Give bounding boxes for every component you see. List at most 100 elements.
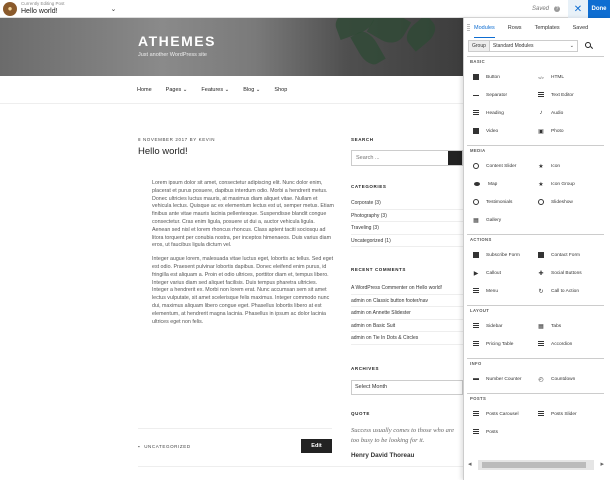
tab-saved[interactable]: Saved bbox=[573, 19, 589, 37]
module-grid: ▬ Number Counter ◴ Countdown bbox=[467, 368, 604, 393]
comment-item[interactable]: admin on Tie In Dots & Circles bbox=[351, 332, 463, 345]
section-title: ACTIONS bbox=[470, 237, 492, 242]
module-number-counter[interactable]: ▬ Number Counter bbox=[473, 370, 536, 388]
comment-item[interactable]: admin on Basic Suit bbox=[351, 320, 463, 332]
module-tabs[interactable]: ▦ Tabs bbox=[538, 317, 601, 335]
module-section-media: MEDIA Content Slider ★ Icon Map ★ Icon Group Te… bbox=[467, 145, 604, 234]
group-label[interactable]: Group bbox=[468, 40, 490, 52]
module-call-to-action[interactable]: ↻ Call to Action bbox=[538, 282, 601, 300]
module-separator[interactable]: Separator bbox=[473, 86, 536, 104]
post-content[interactable]: Lorem ipsum dolor sit amet, consectetur … bbox=[152, 180, 334, 332]
module-label: Video bbox=[486, 128, 499, 134]
archives-select[interactable]: Select Month bbox=[351, 380, 463, 395]
module-audio[interactable]: ♪ Audio bbox=[538, 104, 601, 122]
module-social-buttons[interactable]: ✚ Social Buttons bbox=[538, 264, 601, 282]
site-header-image: ATHEMES Just another WordPress site bbox=[0, 18, 463, 76]
module-video[interactable]: Video bbox=[473, 122, 536, 140]
comments-list: A WordPress Commenter on Hello world! ad… bbox=[351, 282, 463, 345]
module-gallery[interactable]: ▦ Gallery bbox=[473, 211, 536, 229]
comment-item[interactable]: admin on Classic button footer/nav bbox=[351, 295, 463, 307]
module-label: Icon bbox=[551, 163, 561, 169]
comment-item[interactable]: admin on Annette Slidester bbox=[351, 307, 463, 320]
module-subscribe-form[interactable]: Subscribe Form bbox=[473, 246, 536, 264]
module-label: Accordion bbox=[551, 341, 573, 347]
nav-blog[interactable]: Blog ⌄ bbox=[243, 87, 260, 93]
section-title: POSTS bbox=[470, 396, 487, 401]
module-label: Text Editor bbox=[551, 92, 574, 98]
module-content-slider[interactable]: Content Slider bbox=[473, 157, 536, 175]
scroll-left-icon[interactable]: ◂ bbox=[468, 460, 472, 468]
module-posts-carousel[interactable]: Posts Carousel bbox=[473, 405, 536, 423]
editing-info[interactable]: Currently Editing Post Hello world! bbox=[21, 2, 65, 15]
module-label: Photo bbox=[551, 128, 564, 134]
code-icon: </> bbox=[538, 74, 544, 80]
chevron-down-icon[interactable]: ⌄ bbox=[111, 5, 117, 13]
module-countdown[interactable]: ◴ Countdown bbox=[538, 370, 601, 388]
editing-title: Hello world! bbox=[21, 7, 58, 15]
tab-modules[interactable]: Modules bbox=[474, 19, 495, 38]
tab-rows[interactable]: Rows bbox=[508, 19, 522, 37]
done-button[interactable]: Done bbox=[588, 0, 610, 18]
nav-pages[interactable]: Pages ⌄ bbox=[166, 87, 188, 93]
module-icon-group[interactable]: ★ Icon Group bbox=[538, 175, 601, 193]
module-callout[interactable]: ▶ Callout bbox=[473, 264, 536, 282]
social-icon: ✚ bbox=[538, 270, 544, 277]
divider bbox=[138, 466, 463, 467]
menu-icon bbox=[473, 288, 479, 294]
help-icon[interactable]: ? bbox=[554, 6, 560, 12]
tab-templates[interactable]: Templates bbox=[535, 19, 560, 37]
nav-shop[interactable]: Shop bbox=[274, 87, 287, 93]
post-title[interactable]: Hello world! bbox=[138, 146, 188, 157]
sidebar-icon bbox=[473, 323, 479, 329]
search-input[interactable] bbox=[352, 155, 447, 161]
category-link[interactable]: UNCATEGORIZED bbox=[144, 444, 190, 449]
nav-features[interactable]: Features ⌄ bbox=[201, 87, 229, 93]
star-icon: ★ bbox=[538, 163, 544, 170]
module-button[interactable]: Button bbox=[473, 68, 536, 86]
widget-title-search: SEARCH bbox=[351, 137, 374, 142]
search-icon[interactable] bbox=[584, 42, 593, 50]
category-item[interactable]: Corporate (3) bbox=[351, 197, 463, 210]
horizontal-scrollbar[interactable]: ◂ ▸ bbox=[468, 460, 604, 470]
star-group-icon: ★ bbox=[538, 181, 544, 188]
module-contact-form[interactable]: Contact Form bbox=[538, 246, 601, 264]
category-item[interactable]: Photography (3) bbox=[351, 210, 463, 222]
module-label: Gallery bbox=[486, 217, 502, 223]
site-title[interactable]: ATHEMES bbox=[138, 33, 216, 49]
module-photo[interactable]: ▣ Photo bbox=[538, 122, 601, 140]
drag-handle-icon[interactable] bbox=[467, 24, 470, 32]
callout-icon: ▶ bbox=[473, 270, 479, 277]
module-label: Countdown bbox=[551, 376, 576, 382]
category-item[interactable]: Uncategorized (1) bbox=[351, 235, 463, 247]
module-posts[interactable]: Posts bbox=[473, 423, 536, 441]
close-panel-button[interactable]: ✕ bbox=[568, 0, 588, 18]
module-label: Pricing Table bbox=[486, 341, 514, 347]
module-text-editor[interactable]: Text Editor bbox=[538, 86, 601, 104]
module-icon[interactable]: ★ Icon bbox=[538, 157, 601, 175]
folder-icon: ▪ bbox=[138, 444, 141, 449]
module-pricing-table[interactable]: Pricing Table bbox=[473, 335, 536, 353]
comment-item[interactable]: A WordPress Commenter on Hello world! bbox=[351, 282, 463, 295]
search-button[interactable] bbox=[448, 151, 462, 165]
group-select[interactable]: Standard Modules ⌄ bbox=[489, 40, 578, 52]
module-grid: Button </> HTML Separator Text Editor Heading… bbox=[467, 66, 604, 145]
module-slideshow[interactable]: Slideshow bbox=[538, 193, 601, 211]
scrollbar-thumb[interactable] bbox=[482, 462, 586, 468]
module-testimonials[interactable]: Testimonials bbox=[473, 193, 536, 211]
module-sidebar[interactable]: Sidebar bbox=[473, 317, 536, 335]
category-item[interactable]: Traveling (3) bbox=[351, 222, 463, 235]
module-posts-slider[interactable]: Posts Slider bbox=[538, 405, 601, 423]
posts-carousel-icon bbox=[473, 411, 479, 417]
scroll-right-icon[interactable]: ▸ bbox=[600, 460, 604, 468]
edit-post-button[interactable]: Edit bbox=[301, 439, 332, 453]
module-map[interactable]: Map bbox=[473, 175, 536, 193]
content-slider-icon bbox=[473, 163, 479, 169]
module-menu[interactable]: Menu bbox=[473, 282, 536, 300]
module-accordion[interactable]: Accordion bbox=[538, 335, 601, 353]
module-html[interactable]: </> HTML bbox=[538, 68, 601, 86]
module-label: Slideshow bbox=[551, 199, 573, 205]
module-label: Separator bbox=[486, 92, 508, 98]
module-heading[interactable]: Heading bbox=[473, 104, 536, 122]
nav-home[interactable]: Home bbox=[137, 87, 152, 93]
module-section-actions: ACTIONS Subscribe Form Contact Form ▶ Callou… bbox=[467, 234, 604, 305]
